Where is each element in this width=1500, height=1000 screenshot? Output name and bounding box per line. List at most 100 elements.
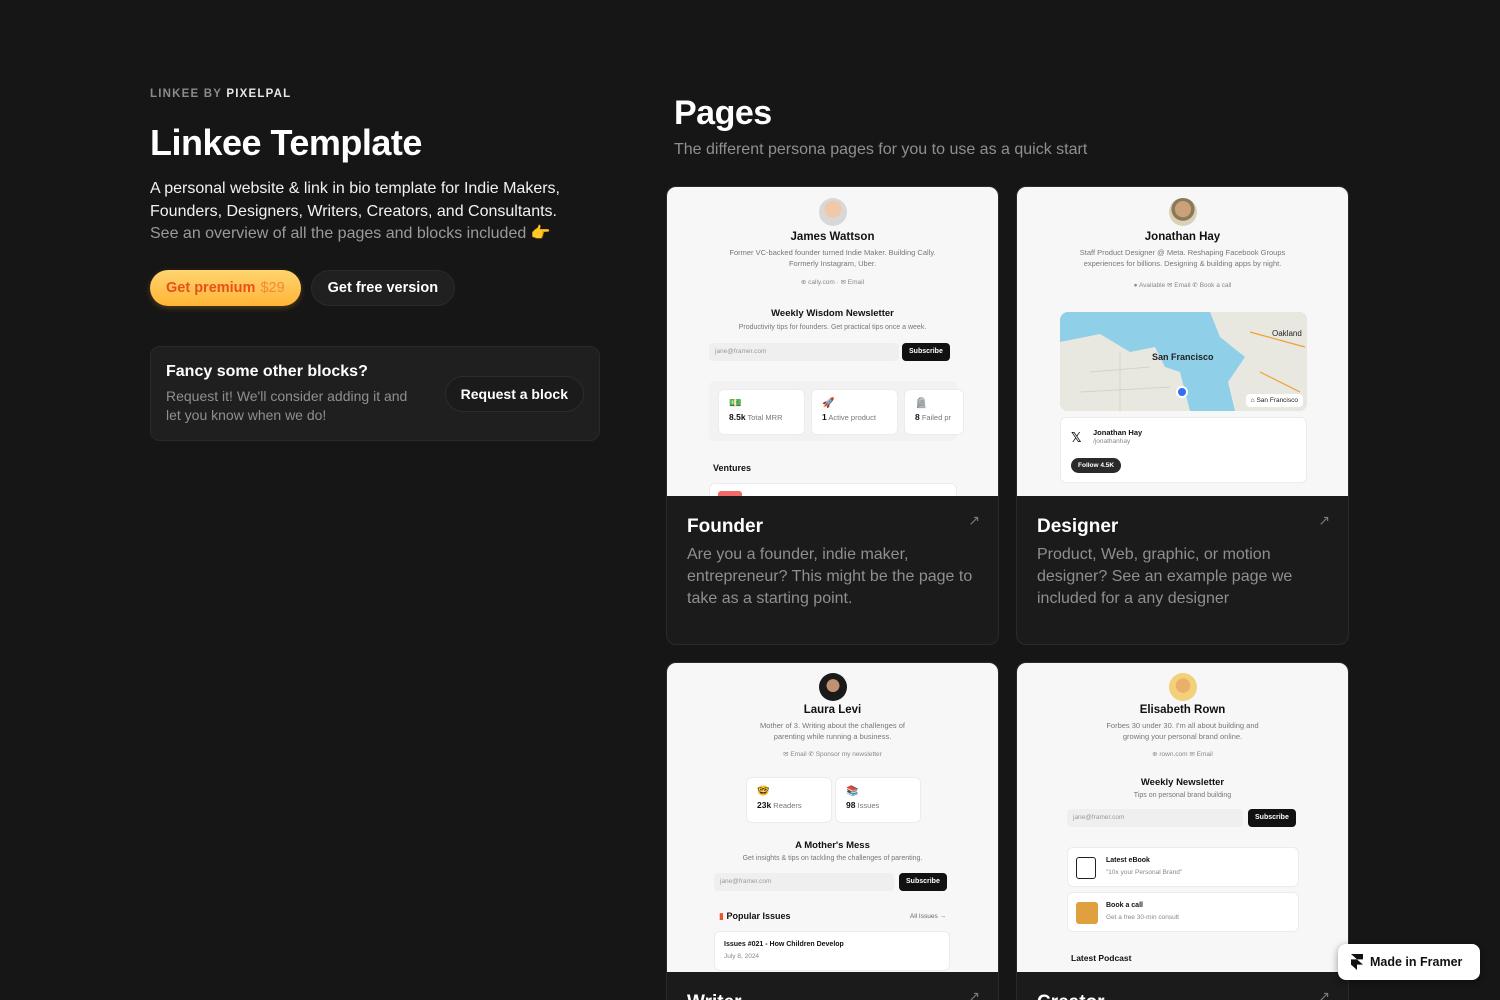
page-title: Linkee Template [150, 122, 422, 163]
request-block-card: Fancy some other blocks? Request it! We'… [150, 345, 600, 441]
get-premium-button[interactable]: Get premium $29 [150, 269, 301, 306]
stat-label: Issues [857, 801, 880, 810]
get-free-version-button[interactable]: Get free version [310, 269, 456, 306]
preview-section-title: Ventures [713, 463, 752, 473]
page-card-writer[interactable]: Laura Levi Mother of 3. Writing about th… [666, 662, 999, 1000]
preview-email-input: jane@framer.com [709, 343, 899, 361]
card-info: ↗ Writer [667, 972, 998, 1000]
avatar [818, 198, 847, 226]
page-card-creator[interactable]: Elisabeth Rown Forbes 30 under 30. I'm a… [1016, 662, 1349, 1000]
map-city-label: Oakland [1272, 329, 1302, 338]
stat-value: 23k [757, 800, 772, 810]
preview-bio: Mother of 3. Writing about the challenge… [760, 721, 905, 741]
issue-date: July 8, 2024 [724, 953, 760, 960]
preview-subscribe-button: Subscribe [1248, 809, 1296, 827]
preview-newsletter-sub: Tips on personal brand building [1133, 792, 1232, 799]
popular-issues-heading: ▮ Popular Issues [719, 911, 791, 922]
designer-preview: Jonathan Hay Staff Product Designer @ Me… [1017, 187, 1348, 496]
card-description: Are you a founder, indie maker, entrepre… [687, 546, 973, 607]
preview-person-name: Laura Levi [803, 704, 862, 716]
link-subtitle: "10x your Personal Brand" [1106, 869, 1183, 876]
founder-preview: James Wattson Former VC-backed founder t… [667, 187, 998, 496]
card-info: ↗ Founder Are you a founder, indie maker… [667, 496, 998, 630]
brand-name[interactable]: PIXELPAL [226, 88, 291, 100]
stat-emoji: 🚀 [822, 398, 835, 409]
hero-lede: A personal website & link in bio templat… [150, 180, 560, 220]
card-info: ↗ Creator [1017, 972, 1348, 1000]
bookmark-icon: ▮ [719, 911, 724, 921]
stat-label: Readers [773, 801, 802, 810]
arrow-up-right-icon: ↗ [1318, 988, 1330, 1000]
avatar [1168, 198, 1197, 226]
preview-stat: 🪦 8 Failed pr [904, 389, 964, 435]
pages-heading: Pages [674, 94, 772, 132]
link-subtitle: Get a free 30-min consult [1106, 914, 1179, 921]
stat-emoji: 🪦 [915, 398, 928, 409]
card-title: Creator [1037, 992, 1328, 1000]
page-card-founder[interactable]: James Wattson Former VC-backed founder t… [666, 186, 999, 645]
preview-section-title: Latest Podcast [1071, 953, 1132, 963]
map-city-label: San Francisco [1152, 352, 1214, 362]
preview-subscribe-button: Subscribe [902, 343, 950, 361]
brand-prefix: LINKEE BY [150, 88, 222, 100]
map-widget: San Francisco Oakland ⌂ San Francisco [1060, 312, 1307, 411]
link-title: Book a call [1106, 902, 1143, 909]
preview-newsletter-sub: Productivity tips for founders. Get prac… [738, 324, 927, 331]
cta-buttons: Get premium $29 Get free version [150, 269, 600, 306]
preview-subscribe-button: Subscribe [899, 873, 947, 891]
made-in-framer-badge[interactable]: Made in Framer [1338, 944, 1480, 980]
preview-person-name: James Wattson [790, 231, 875, 243]
preview-email-input: jane@framer.com [1067, 809, 1243, 827]
stat-label: Failed pr [921, 413, 952, 422]
request-block-button[interactable]: Request a block [444, 375, 584, 412]
preview-newsletter-title: Weekly Wisdom Newsletter [771, 308, 894, 319]
link-title: Latest eBook [1106, 857, 1150, 864]
hero-description: A personal website & link in bio templat… [150, 178, 600, 246]
preview-bio: Former VC-backed founder turned Indie Ma… [729, 248, 936, 268]
preview-links: ⊕ rown.com ✉ Email [1152, 751, 1213, 758]
hero-lede-muted: See an overview of all the pages and blo… [150, 225, 551, 242]
map-location-badge: ⌂ San Francisco [1245, 394, 1303, 407]
preview-email-input: jane@framer.com [714, 873, 894, 891]
stat-value: 98 [846, 800, 856, 810]
card-description: Product, Web, graphic, or motion designe… [1037, 546, 1293, 607]
framer-badge-label: Made in Framer [1370, 955, 1463, 969]
ebook-icon [1076, 857, 1096, 879]
stat-value: 8.5k [729, 412, 746, 422]
preview-stat: 🚀 1 Active product [811, 389, 898, 435]
x-logo-icon: 𝕏 [1071, 430, 1082, 445]
preview-newsletter-title: Weekly Newsletter [1140, 777, 1225, 788]
page-card-designer[interactable]: Jonathan Hay Staff Product Designer @ Me… [1016, 186, 1349, 645]
avatar [818, 673, 847, 701]
card-title: Founder [687, 516, 763, 537]
card-title: Writer [687, 992, 978, 1000]
stat-label: Active product [828, 413, 876, 422]
link-card: Book a call Get a free 30-min consult [1067, 892, 1299, 932]
brand-line: LINKEE BY PIXELPAL [150, 88, 600, 100]
x-profile-name: Jonathan Hay [1093, 428, 1143, 437]
stat-label: Total MRR [747, 413, 783, 422]
all-issues-link: All Issues → [909, 913, 946, 920]
preview-newsletter-sub: Get insights & tips on tackling the chal… [742, 855, 923, 862]
preview-stat: 📚 98 Issues [835, 777, 921, 823]
x-profile-handle: /jonathanhay [1093, 438, 1131, 445]
arrow-up-right-icon: ↗ [968, 512, 980, 528]
preview-links: ● Available ✉ Email ✆ Book a call [1133, 282, 1232, 289]
creator-preview: Elisabeth Rown Forbes 30 under 30. I'm a… [1017, 663, 1348, 972]
preview-newsletter-title: A Mother's Mess [795, 840, 870, 851]
preview-bio: Staff Product Designer @ Meta. Reshaping… [1079, 248, 1286, 268]
x-profile-card: 𝕏 Jonathan Hay /jonathanhay Follow 4.5K [1060, 417, 1307, 483]
preview-venture-item [709, 483, 957, 496]
stat-emoji: 💵 [729, 398, 742, 409]
issue-item: Issues #021 - How Children Develop July … [714, 931, 950, 971]
preview-person-name: Elisabeth Rown [1139, 704, 1226, 716]
request-block-text: Request it! We'll consider adding it and… [166, 387, 408, 424]
card-info: ↗ Designer Product, Web, graphic, or mot… [1017, 496, 1348, 630]
premium-price: $29 [260, 279, 285, 296]
stat-value: 1 [822, 412, 827, 422]
stat-emoji: 📚 [846, 786, 859, 797]
link-card: Latest eBook "10x your Personal Brand" [1067, 847, 1299, 887]
intro-column: LINKEE BY PIXELPAL Linkee Template A per… [150, 88, 600, 441]
arrow-up-right-icon: ↗ [1318, 512, 1330, 528]
premium-label: Get premium [166, 279, 256, 296]
